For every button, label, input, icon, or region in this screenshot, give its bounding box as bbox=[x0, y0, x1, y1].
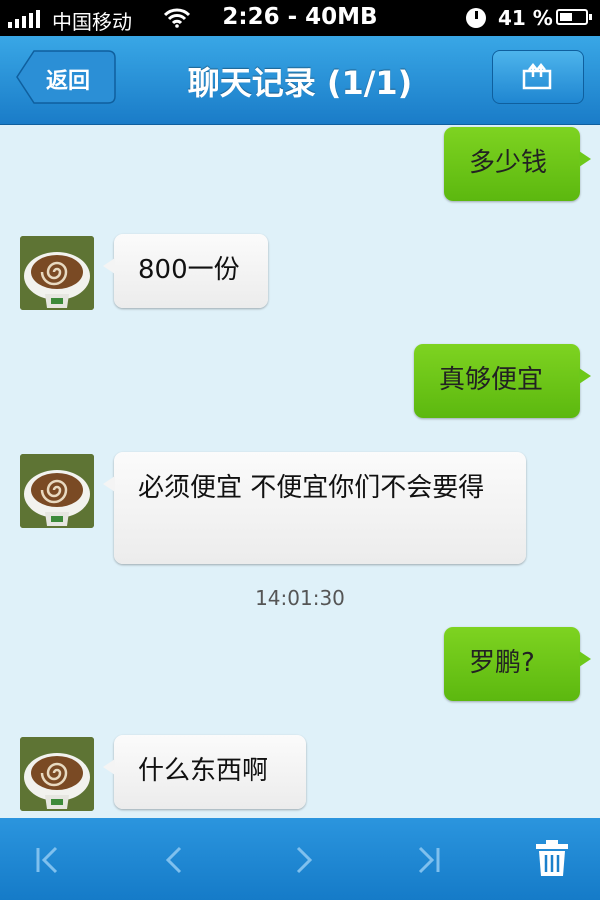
battery-icon bbox=[556, 9, 592, 25]
message-text: 罗鹏? bbox=[469, 648, 535, 678]
incoming-message[interactable]: 什么东西啊 bbox=[103, 735, 306, 809]
chat-history[interactable]: 多少钱 800一份 真够便宜 必须便宜 不便宜你们不会要得 14:01:30 罗… bbox=[0, 124, 600, 818]
next-icon bbox=[296, 846, 313, 874]
last-page-icon bbox=[418, 846, 440, 874]
contact-avatar[interactable] bbox=[20, 737, 94, 811]
last-page-button[interactable] bbox=[408, 840, 448, 880]
coffee-cup-avatar-icon bbox=[20, 737, 94, 811]
status-bar: 中国移动 2:26 - 40MB 41 % bbox=[0, 0, 600, 36]
outgoing-message[interactable]: 多少钱 bbox=[444, 127, 591, 201]
bottom-toolbar bbox=[0, 818, 600, 900]
previous-icon bbox=[165, 846, 182, 874]
first-page-button[interactable] bbox=[28, 840, 68, 880]
export-button[interactable] bbox=[492, 50, 584, 104]
trash-icon bbox=[536, 840, 568, 876]
contact-avatar[interactable] bbox=[20, 454, 94, 528]
incoming-message[interactable]: 必须便宜 不便宜你们不会要得 bbox=[103, 452, 526, 564]
coffee-cup-avatar-icon bbox=[20, 236, 94, 310]
clock-icon bbox=[466, 8, 486, 28]
previous-button[interactable] bbox=[154, 840, 194, 880]
message-text: 800一份 bbox=[138, 255, 240, 285]
message-text: 多少钱 bbox=[469, 148, 548, 178]
message-timestamp: 14:01:30 bbox=[255, 586, 345, 610]
contact-avatar[interactable] bbox=[20, 236, 94, 310]
outgoing-message[interactable]: 罗鹏? bbox=[444, 627, 591, 701]
incoming-message[interactable]: 800一份 bbox=[103, 234, 268, 308]
delete-button[interactable] bbox=[532, 838, 572, 878]
battery-percent: 41 % bbox=[498, 6, 553, 30]
message-text: 真够便宜 bbox=[439, 365, 544, 395]
first-page-icon bbox=[36, 846, 58, 874]
message-text: 什么东西啊 bbox=[138, 756, 269, 786]
export-icon bbox=[522, 63, 552, 90]
coffee-cup-avatar-icon bbox=[20, 454, 94, 528]
message-text: 必须便宜 不便宜你们不会要得 bbox=[138, 473, 485, 503]
outgoing-message[interactable]: 真够便宜 bbox=[414, 344, 591, 418]
nav-bar: 返回 聊天记录 (1/1) bbox=[0, 36, 600, 125]
next-button[interactable] bbox=[284, 840, 324, 880]
